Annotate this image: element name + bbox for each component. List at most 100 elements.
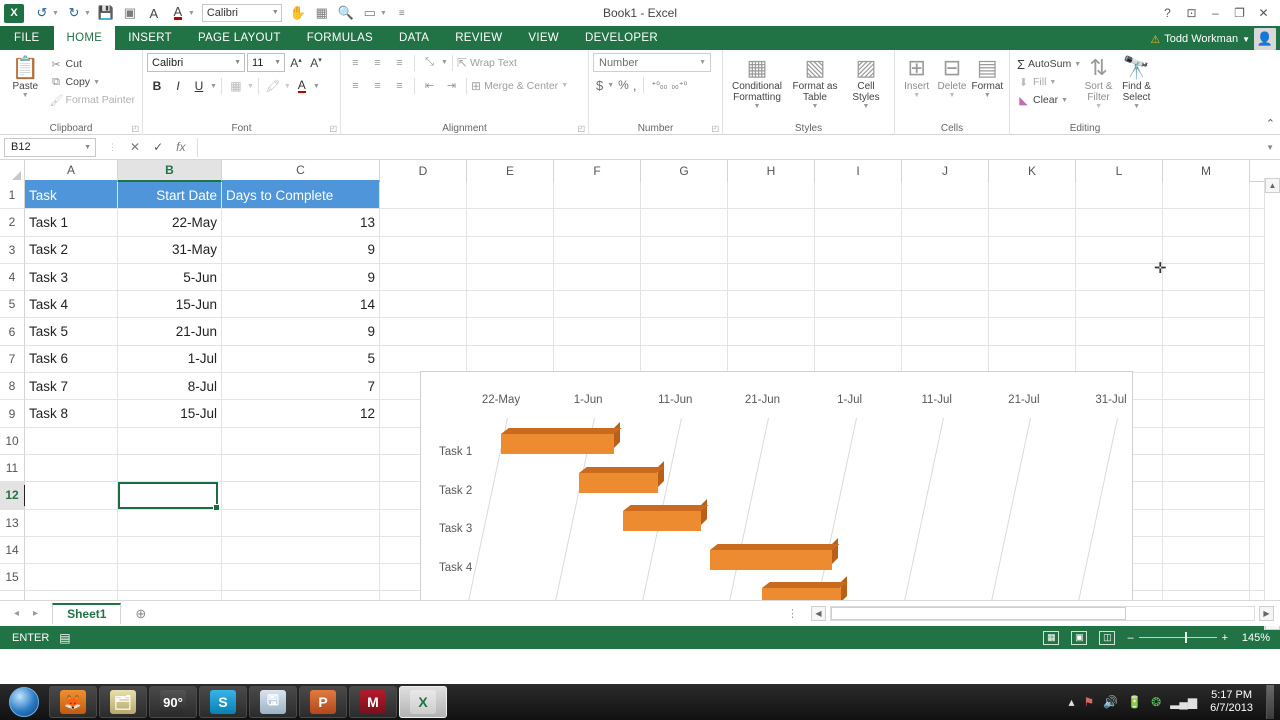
- formula-input[interactable]: [197, 137, 1260, 157]
- taskbar-item-mcafee[interactable]: M: [349, 686, 397, 718]
- cell-G1[interactable]: [641, 182, 728, 209]
- cell-G3[interactable]: [641, 236, 728, 263]
- network-icon[interactable]: ▂▄▆: [1170, 695, 1197, 709]
- cell-D2[interactable]: [380, 209, 467, 236]
- cell-M13[interactable]: [1163, 509, 1250, 536]
- tab-insert[interactable]: INSERT: [115, 26, 185, 50]
- volume-icon[interactable]: 🔊: [1103, 695, 1118, 709]
- format-as-table-button[interactable]: ▧ Format as Table ▼: [789, 53, 841, 110]
- cell-A10[interactable]: [25, 427, 118, 454]
- copy-button[interactable]: ⧉ Copy ▼: [47, 73, 138, 91]
- bold-button[interactable]: B: [147, 76, 167, 96]
- form-dropdown-icon[interactable]: ▼: [380, 10, 387, 17]
- row-header-11[interactable]: 11: [0, 454, 25, 483]
- cell-K4[interactable]: [989, 263, 1076, 291]
- taskbar-item-excel[interactable]: X: [399, 686, 447, 718]
- column-header-B[interactable]: B: [118, 160, 222, 182]
- quick-font-name-box[interactable]: Calibri ▼: [201, 4, 282, 22]
- font-color-grow-icon[interactable]: A: [143, 3, 165, 24]
- cell-H2[interactable]: [728, 209, 815, 236]
- cell-B16[interactable]: [118, 591, 222, 600]
- cell-D1[interactable]: [380, 182, 467, 209]
- cell-M7[interactable]: [1163, 345, 1250, 373]
- copy-dropdown-icon[interactable]: ▼: [93, 79, 100, 86]
- form-icon[interactable]: ▭: [359, 3, 381, 24]
- cell-F7[interactable]: [554, 345, 641, 373]
- cell-F5[interactable]: [554, 291, 641, 318]
- delete-cells-button[interactable]: ⊟ Delete ▼: [934, 53, 969, 99]
- hscroll-left-button[interactable]: ◀: [811, 606, 826, 621]
- cell-A13[interactable]: [25, 509, 118, 536]
- tab-formulas[interactable]: FORMULAS: [294, 26, 386, 50]
- quick-font-dropdown-icon[interactable]: ▼: [272, 5, 279, 21]
- insert-function-button[interactable]: fx: [176, 140, 185, 154]
- cell-M6[interactable]: [1163, 318, 1250, 345]
- row-header-7[interactable]: 7: [0, 345, 25, 374]
- cell-M10[interactable]: [1163, 427, 1250, 454]
- cell-D7[interactable]: [380, 345, 467, 373]
- align-top-icon[interactable]: ≡: [345, 53, 366, 72]
- cell-L4[interactable]: [1076, 263, 1163, 291]
- cell-C9[interactable]: 12: [222, 400, 380, 427]
- cell-C2[interactable]: 13: [222, 209, 380, 236]
- row-header-8[interactable]: 8: [0, 373, 25, 401]
- row-header-3[interactable]: 3: [0, 236, 25, 264]
- tab-file[interactable]: FILE: [0, 26, 54, 50]
- expand-formula-bar-icon[interactable]: ▼: [1260, 143, 1280, 152]
- cell-A7[interactable]: Task 6: [25, 345, 118, 373]
- cell-styles-dropdown-icon[interactable]: ▼: [863, 103, 870, 110]
- column-header-E[interactable]: E: [467, 160, 554, 182]
- cell-K1[interactable]: [989, 182, 1076, 209]
- decrease-indent-icon[interactable]: ⇤: [419, 76, 440, 95]
- taskbar-item-skype[interactable]: S: [199, 686, 247, 718]
- cell-E7[interactable]: [467, 345, 554, 373]
- row-header-2[interactable]: 2: [0, 209, 25, 237]
- cell-J5[interactable]: [902, 291, 989, 318]
- sheet-nav-arrows[interactable]: ◂ ▸: [0, 608, 52, 619]
- delete-cells-dropdown-icon[interactable]: ▼: [949, 92, 956, 99]
- view-page-layout-button[interactable]: ▣: [1071, 630, 1088, 645]
- insert-cells-dropdown-icon[interactable]: ▼: [913, 92, 920, 99]
- view-normal-button[interactable]: ▦: [1043, 630, 1060, 645]
- cell-B10[interactable]: [118, 427, 222, 454]
- battery-icon[interactable]: 🔋: [1127, 695, 1142, 709]
- cell-J2[interactable]: [902, 209, 989, 236]
- font-name-box[interactable]: Calibri ▼: [147, 53, 245, 72]
- gantt-chart[interactable]: 22-May 1-Jun 11-Jun 21-Jun 1-Jul 11-Jul 21-Jul…: [420, 371, 1133, 600]
- zoom-slider[interactable]: – +: [1127, 632, 1228, 644]
- redo-dropdown-icon[interactable]: ▼: [84, 10, 91, 17]
- cell-F6[interactable]: [554, 318, 641, 345]
- chart-bar-3[interactable]: [710, 537, 840, 570]
- fill-dropdown-icon[interactable]: ▼: [1049, 79, 1056, 86]
- format-cells-dropdown-icon[interactable]: ▼: [984, 92, 991, 99]
- column-header-D[interactable]: D: [380, 160, 467, 182]
- record-macro-icon[interactable]: ▤: [59, 631, 70, 645]
- taskbar-item-firefox[interactable]: 🦊: [49, 686, 97, 718]
- cell-H6[interactable]: [728, 318, 815, 345]
- cell-styles-button[interactable]: ▨ Cell Styles ▼: [843, 53, 889, 110]
- italic-button[interactable]: I: [168, 76, 188, 96]
- cell-M3[interactable]: [1163, 236, 1250, 263]
- percent-button[interactable]: %: [618, 78, 629, 92]
- cell-J6[interactable]: [902, 318, 989, 345]
- cell-F4[interactable]: [554, 263, 641, 291]
- tab-review[interactable]: REVIEW: [442, 26, 515, 50]
- cell-E6[interactable]: [467, 318, 554, 345]
- sheet-tab-sheet1[interactable]: Sheet1: [52, 602, 122, 624]
- cell-B1[interactable]: Start Date: [118, 182, 222, 209]
- cell-K3[interactable]: [989, 236, 1076, 263]
- merge-center-button[interactable]: ⊞ Merge & Center ▼: [471, 79, 568, 93]
- cancel-entry-button[interactable]: ✕: [130, 140, 140, 154]
- grow-font-icon[interactable]: A▴: [287, 56, 305, 70]
- align-bottom-icon[interactable]: ≡: [389, 53, 410, 72]
- cell-F3[interactable]: [554, 236, 641, 263]
- cell-I7[interactable]: [815, 345, 902, 373]
- taskbar-item-calculator[interactable]: 🖫: [249, 686, 297, 718]
- font-color-dropdown-icon[interactable]: ▼: [188, 10, 195, 17]
- cell-M1[interactable]: [1163, 182, 1250, 209]
- cell-H7[interactable]: [728, 345, 815, 373]
- cell-B14[interactable]: [118, 536, 222, 564]
- cell-L1[interactable]: [1076, 182, 1163, 209]
- cell-M16[interactable]: [1163, 591, 1250, 600]
- cell-M11[interactable]: [1163, 454, 1250, 482]
